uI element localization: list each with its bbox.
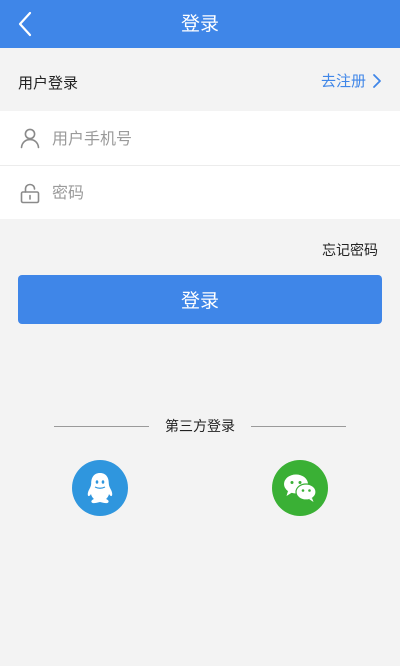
chevron-right-icon xyxy=(373,73,381,88)
divider-right xyxy=(251,425,346,427)
nav-bar: 登录 xyxy=(0,0,400,48)
password-field xyxy=(0,165,400,219)
register-link[interactable]: 去注册 xyxy=(321,70,382,91)
user-icon xyxy=(18,126,42,150)
password-input[interactable] xyxy=(52,183,352,202)
phone-input[interactable] xyxy=(52,128,352,148)
login-header: 用户登录 去注册 xyxy=(0,56,400,104)
divider-left xyxy=(54,425,149,427)
qq-login-button[interactable] xyxy=(72,460,128,516)
page-title: 登录 xyxy=(180,13,219,35)
wechat-login-button[interactable] xyxy=(272,460,328,516)
phone-field xyxy=(0,111,400,165)
qq-icon xyxy=(87,473,113,504)
login-button[interactable]: 登录 xyxy=(18,275,382,324)
forgot-password-link[interactable]: 忘记密码 xyxy=(322,240,378,260)
login-header-title: 用户登录 xyxy=(18,74,79,92)
login-form xyxy=(0,111,400,219)
wechat-icon xyxy=(284,474,317,502)
third-party-title: 第三方登录 xyxy=(0,416,400,436)
third-party-label: 第三方登录 xyxy=(165,419,235,435)
lock-icon xyxy=(18,181,42,205)
register-link-label: 去注册 xyxy=(320,72,366,90)
